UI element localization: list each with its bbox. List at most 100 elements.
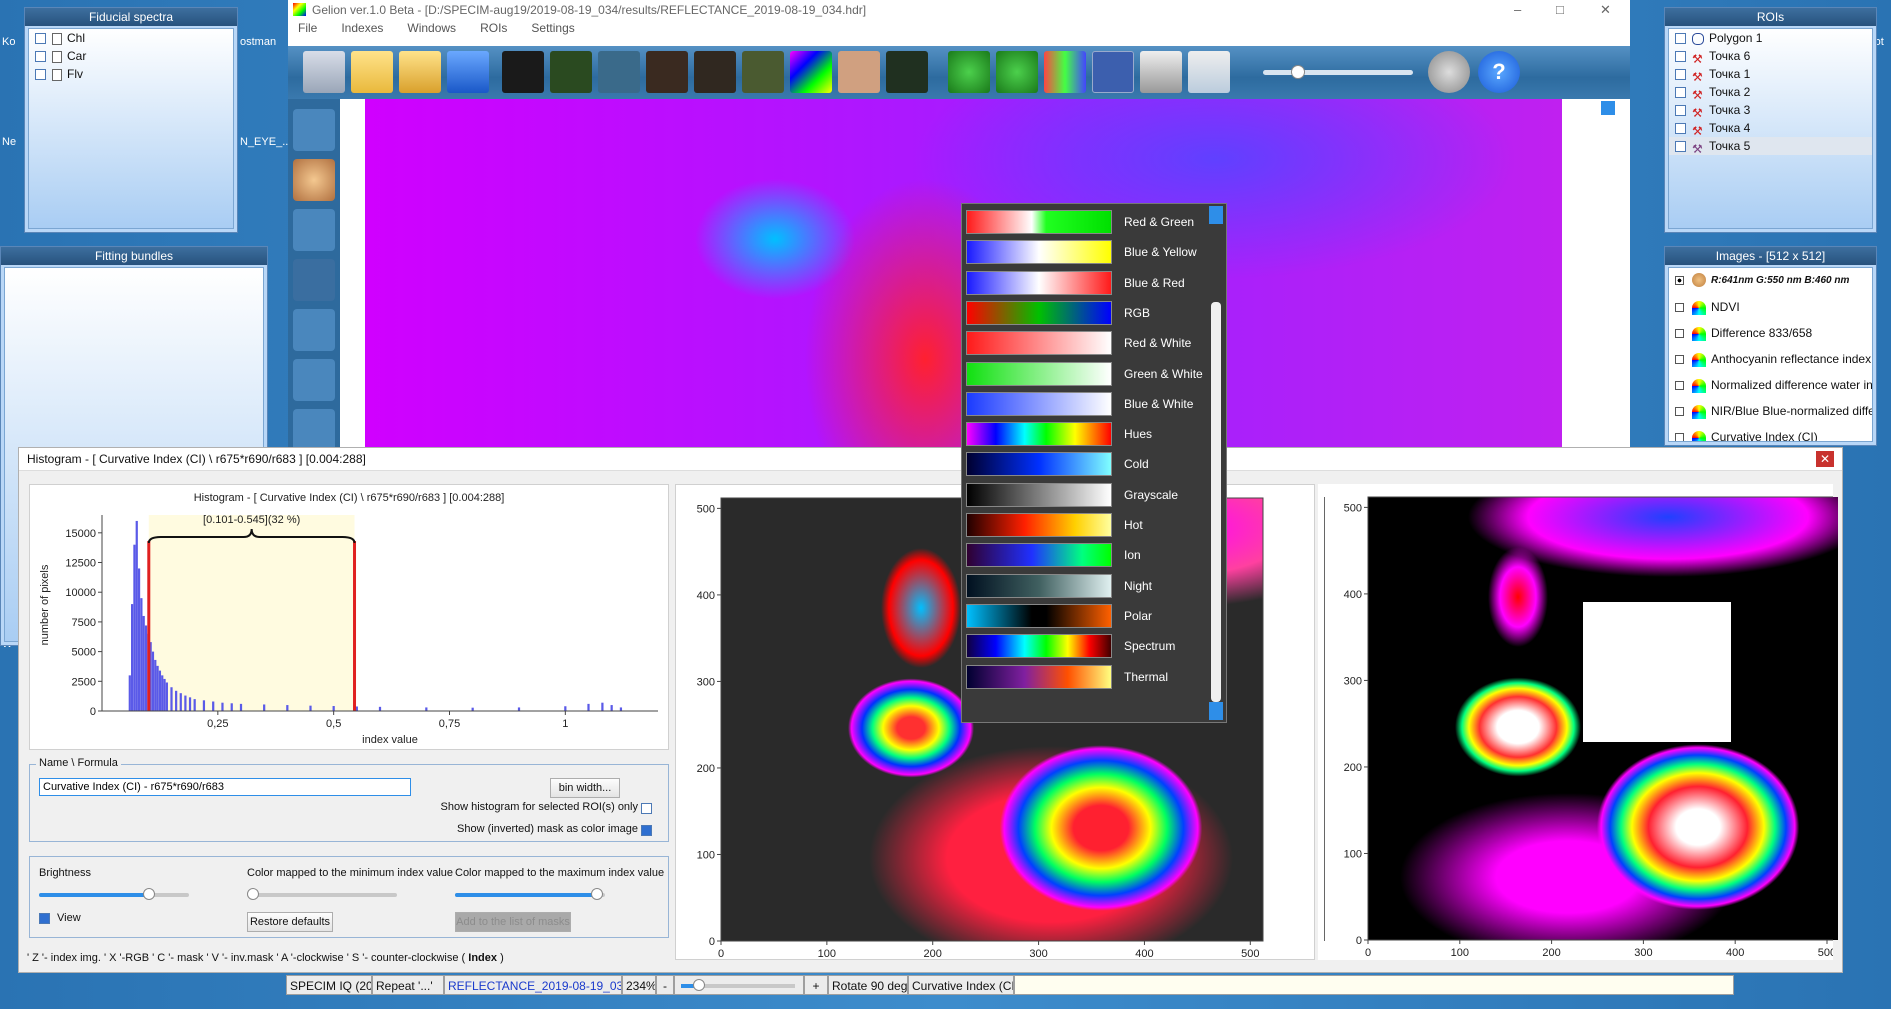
- bin-width-button[interactable]: bin width...: [550, 778, 620, 798]
- masks-icon[interactable]: [293, 259, 335, 301]
- prism-icon[interactable]: [293, 209, 335, 251]
- flask-icon[interactable]: [1188, 51, 1230, 93]
- brightness-slider[interactable]: [39, 888, 189, 900]
- rotate-button[interactable]: Rotate 90 deg.: [828, 975, 908, 995]
- checkbox[interactable]: [1675, 123, 1686, 135]
- colormap-item[interactable]: Hues: [966, 420, 1206, 448]
- image-item[interactable]: R:641nm G:550 nm B:460 nm: [1669, 268, 1872, 294]
- leaf-icon[interactable]: [948, 51, 990, 93]
- image-thumb-icon[interactable]: [694, 51, 736, 93]
- colormap-item[interactable]: Spectrum: [966, 632, 1206, 660]
- scroll-up-icon[interactable]: [1209, 206, 1223, 224]
- desktop-icon-label[interactable]: N_EYE_...: [240, 136, 291, 148]
- selection-area[interactable]: [148, 515, 355, 711]
- menu-rois[interactable]: ROIs: [480, 21, 507, 35]
- scroll-up-icon[interactable]: [1601, 101, 1615, 115]
- desktop-icon-label[interactable]: ostman: [240, 36, 276, 48]
- scroll-thumb[interactable]: [1211, 302, 1221, 702]
- surface-3d-icon[interactable]: [790, 51, 832, 93]
- gear-icon[interactable]: [1428, 51, 1470, 93]
- colormap-item[interactable]: Red & Green: [966, 208, 1206, 236]
- colormap-item[interactable]: Green & White: [966, 360, 1206, 388]
- checkbox[interactable]: [35, 33, 46, 45]
- image-item[interactable]: NDVI: [1669, 294, 1872, 320]
- repeat-button[interactable]: Repeat '...': [372, 975, 444, 995]
- toolbar-slider[interactable]: [1263, 65, 1413, 79]
- colormap-item[interactable]: Thermal: [966, 663, 1206, 691]
- folder-icon[interactable]: [351, 51, 393, 93]
- radio-button[interactable]: [1675, 329, 1684, 339]
- roi-item[interactable]: ⚒ Точка 4: [1669, 119, 1872, 138]
- menu-windows[interactable]: Windows: [407, 21, 456, 35]
- colormap-item[interactable]: Blue & Red: [966, 269, 1206, 297]
- colormap-item[interactable]: Hot: [966, 511, 1206, 539]
- radio-button[interactable]: [1675, 355, 1684, 365]
- formula-input[interactable]: [39, 778, 411, 796]
- open-folder-icon[interactable]: [303, 51, 345, 93]
- radio-button[interactable]: [1675, 381, 1684, 391]
- zoom-out-button[interactable]: -: [656, 975, 674, 995]
- restore-defaults-button[interactable]: Restore defaults: [247, 912, 333, 932]
- fiducial-item[interactable]: Car: [29, 47, 233, 65]
- colormap-item[interactable]: RGB: [966, 299, 1206, 327]
- roi-item[interactable]: Polygon 1: [1669, 29, 1872, 47]
- file-field[interactable]: REFLECTANCE_2019-08-19_034.hdr: [444, 975, 622, 995]
- fiducial-item[interactable]: Chl: [29, 29, 233, 47]
- colormap-item[interactable]: Polar: [966, 602, 1206, 630]
- colormap-item[interactable]: Blue & Yellow: [966, 238, 1206, 266]
- colormap-item[interactable]: Ion: [966, 541, 1206, 569]
- radio-button[interactable]: [1675, 433, 1684, 441]
- folder-open-icon[interactable]: [399, 51, 441, 93]
- menu-file[interactable]: File: [298, 21, 317, 35]
- image-thumb-icon[interactable]: [838, 51, 880, 93]
- radio-button[interactable]: [1675, 407, 1684, 417]
- minimize-icon[interactable]: –: [1514, 0, 1521, 20]
- calculator-icon[interactable]: [1140, 51, 1182, 93]
- image-item[interactable]: Normalized difference water index: [1669, 372, 1872, 398]
- roi-item[interactable]: ⚒ Точка 2: [1669, 83, 1872, 102]
- roi-item[interactable]: ⚒ Точка 6: [1669, 47, 1872, 66]
- colormap-item[interactable]: Red & White: [966, 329, 1206, 357]
- spectrum-icon[interactable]: [1044, 51, 1086, 93]
- leaf-dropdown-icon[interactable]: [996, 51, 1038, 93]
- show-roi-only-checkbox[interactable]: [641, 803, 652, 814]
- maximize-icon[interactable]: □: [1556, 0, 1564, 20]
- image-thumb-icon[interactable]: [598, 51, 640, 93]
- view-checkbox[interactable]: [39, 913, 50, 924]
- close-icon[interactable]: ✕: [1816, 451, 1834, 467]
- colormap-item[interactable]: Cold: [966, 450, 1206, 478]
- zoom-in-button[interactable]: +: [804, 975, 828, 995]
- help-icon[interactable]: ?: [1478, 51, 1520, 93]
- checkbox[interactable]: [1675, 105, 1686, 117]
- min-color-slider[interactable]: [247, 888, 397, 900]
- tool-icon[interactable]: [293, 409, 335, 451]
- slider-handle[interactable]: [247, 888, 259, 900]
- radio-button[interactable]: [1675, 303, 1684, 313]
- image-thumb-icon[interactable]: [550, 51, 592, 93]
- colormap-item[interactable]: Grayscale: [966, 481, 1206, 509]
- checkbox[interactable]: [1675, 33, 1686, 45]
- image-thumb-icon[interactable]: [742, 51, 784, 93]
- desktop-icon-label[interactable]: Ko: [2, 36, 15, 48]
- menu-indexes[interactable]: Indexes: [341, 21, 383, 35]
- checkbox[interactable]: [1675, 51, 1686, 63]
- bar-chart-icon[interactable]: [1092, 51, 1134, 93]
- fiducial-item[interactable]: Flv: [29, 65, 233, 83]
- zoom-slider[interactable]: [674, 975, 804, 995]
- checkbox[interactable]: [1675, 87, 1686, 99]
- checkbox[interactable]: [1675, 141, 1686, 153]
- infinity-icon[interactable]: [293, 309, 335, 351]
- image-thumb-icon[interactable]: [886, 51, 928, 93]
- menu-settings[interactable]: Settings: [531, 21, 574, 35]
- checkbox[interactable]: [35, 51, 46, 63]
- checkbox[interactable]: [1675, 69, 1686, 81]
- save-icon[interactable]: [447, 51, 489, 93]
- checkbox[interactable]: [35, 69, 46, 81]
- roi-item[interactable]: ⚒ Точка 5: [1669, 137, 1872, 156]
- show-mask-checkbox[interactable]: [641, 825, 652, 836]
- colormap-item[interactable]: Night: [966, 572, 1206, 600]
- radio-button[interactable]: [1675, 275, 1684, 285]
- close-icon[interactable]: ✕: [1600, 0, 1611, 20]
- desktop-icon-label[interactable]: Ne: [2, 136, 16, 148]
- roi-item[interactable]: ⚒ Точка 1: [1669, 65, 1872, 84]
